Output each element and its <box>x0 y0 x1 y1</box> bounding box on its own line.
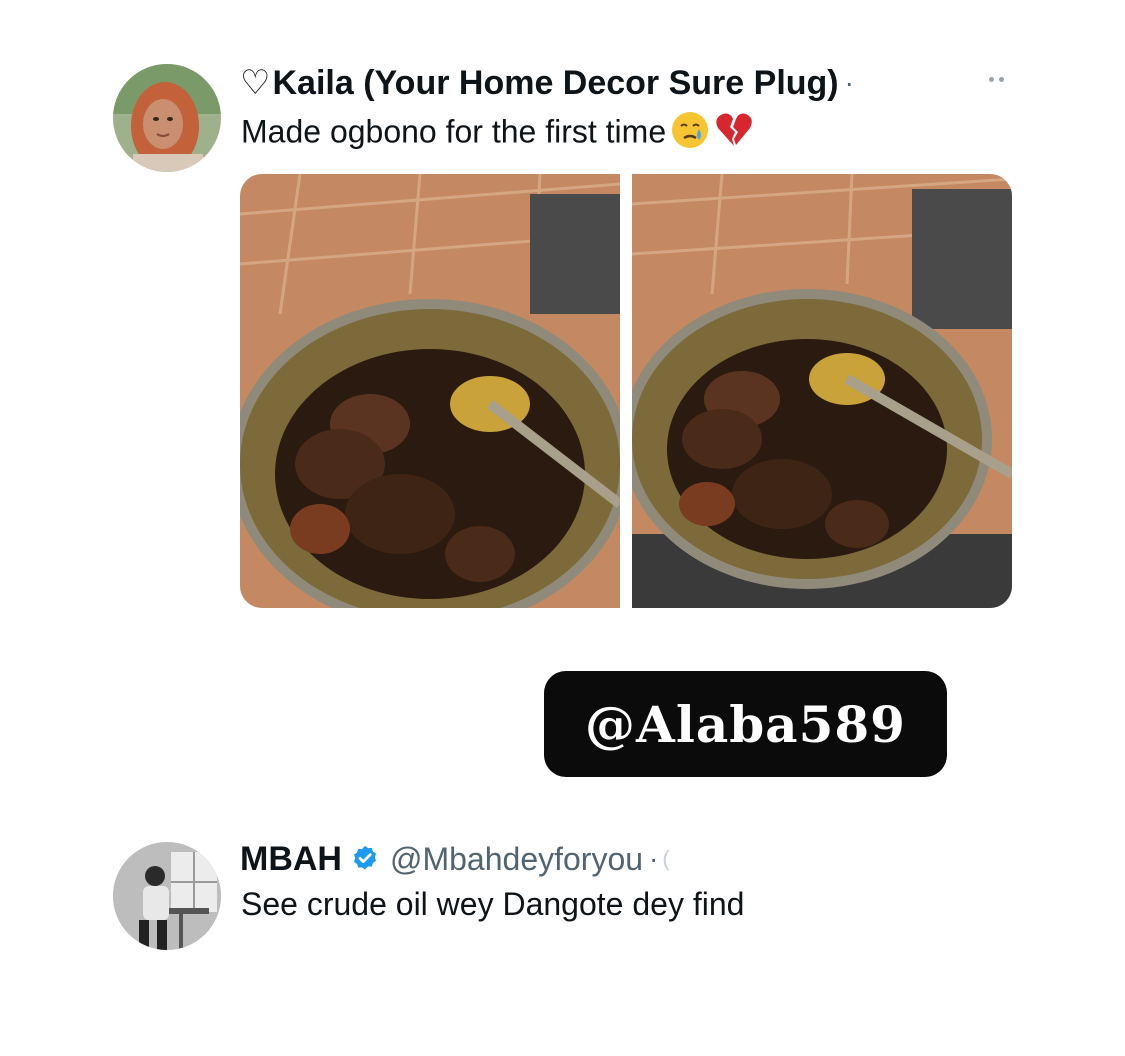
user-handle[interactable]: @Mbahdeyforyou <box>390 841 643 878</box>
tweet-header: ♡ Kaila (Your Home Decor Sure Plug) · <box>240 60 854 106</box>
broken-heart-emoji <box>714 110 754 158</box>
heart-glyph: ♡ <box>240 64 271 102</box>
media-grid[interactable] <box>240 174 1012 608</box>
tweet-text: Made ogbono for the first time <box>241 110 754 158</box>
watermark-badge: @Alaba589 <box>544 671 947 777</box>
tweet-header: MBAH @Mbahdeyforyou · ( <box>240 836 670 882</box>
media-photo[interactable] <box>632 174 1012 608</box>
media-photo[interactable] <box>240 174 620 608</box>
separator-dot: · <box>844 67 854 98</box>
display-name[interactable]: Kaila (Your Home Decor Sure Plug) <box>272 64 838 103</box>
crying-face-emoji <box>670 110 710 158</box>
truncated-timestamp: ( <box>662 846 670 871</box>
verified-badge-icon <box>350 844 380 874</box>
separator-dot: · <box>649 843 659 874</box>
avatar[interactable] <box>113 64 221 172</box>
display-name[interactable]: MBAH <box>240 840 342 879</box>
tweet-body: Made ogbono for the first time <box>241 113 667 150</box>
watermark-text: @Alaba589 <box>585 694 906 754</box>
more-options-icon[interactable] <box>983 70 1009 88</box>
avatar[interactable] <box>113 842 221 950</box>
tweet-text: See crude oil wey Dangote dey find <box>241 886 745 922</box>
